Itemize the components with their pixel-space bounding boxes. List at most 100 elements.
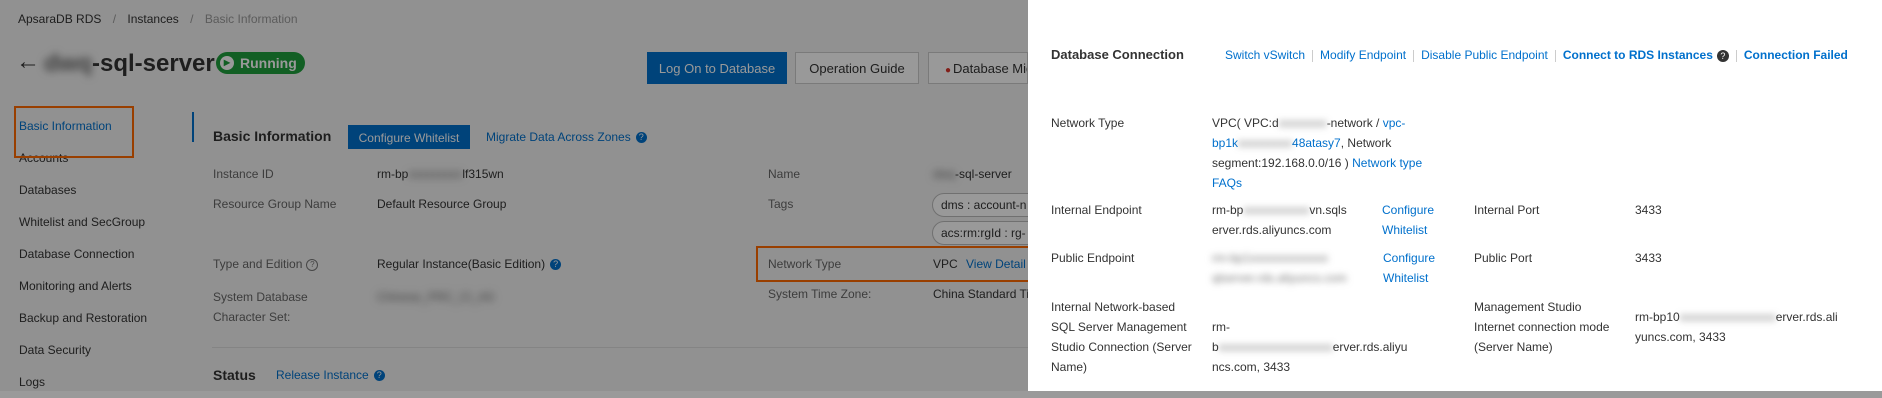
- network-faq-link[interactable]: Network type: [1352, 156, 1422, 170]
- resource-group-label: Resource Group Name: [213, 197, 337, 211]
- console-background: ApsaraDB RDS / Instances / Basic Informa…: [0, 0, 1046, 391]
- breadcrumb-item-rds[interactable]: ApsaraDB RDS: [18, 12, 101, 26]
- sidebar-item-databases[interactable]: Databases: [0, 174, 190, 206]
- instance-id-blurred: xxxxxxxxx: [408, 167, 463, 181]
- help-icon[interactable]: ?: [373, 370, 385, 382]
- action-separator: [1413, 49, 1415, 62]
- status-badge: ▶ Running: [216, 52, 305, 74]
- help-icon[interactable]: ?: [306, 258, 319, 271]
- internal-port-label: Internal Port: [1474, 203, 1540, 217]
- status-section-title: Status: [213, 367, 256, 383]
- internal-endpoint-line: rm-bpxxxxxxxxxxxvn.sqls: [1212, 200, 1382, 220]
- internal-endpoint-blurred: xxxxxxxxxxx: [1243, 203, 1310, 217]
- vpc-id-link[interactable]: 48atasy7: [1292, 136, 1341, 150]
- action-separator: [1735, 49, 1737, 62]
- sidebar-item-backup[interactable]: Backup and Restoration: [0, 302, 190, 334]
- breadcrumb-item-instances[interactable]: Instances: [127, 12, 178, 26]
- action-separator: [1554, 49, 1556, 62]
- network-faq-link[interactable]: FAQs: [1212, 173, 1427, 193]
- configure-whitelist-button[interactable]: Configure Whitelist: [348, 125, 470, 149]
- database-migration-button[interactable]: ● Database Mig: [928, 52, 1028, 84]
- operation-guide-button[interactable]: Operation Guide: [795, 52, 919, 84]
- public-endpoint-value: rm-bp1xxxxxxxxxxxxx qlserver.rds.aliyunc…: [1212, 248, 1372, 288]
- ssms-internal-line: ncs.com, 3433: [1212, 360, 1291, 374]
- sidebar-item-logs[interactable]: Logs: [0, 366, 190, 398]
- public-endpoint-line: qlserver.rds.aliyuncs.com: [1212, 271, 1347, 285]
- ssms-internal-suffix: erver.rds.aliyu: [1332, 340, 1408, 354]
- vpc-prefix: VPC( VPC:d: [1212, 116, 1279, 130]
- whitelist-label: Whitelist: [1382, 223, 1428, 237]
- ssms-internal-line: rm-bxxxxxxxxxxxxxxxxxxxerver.rds.aliyu: [1212, 317, 1407, 357]
- ssms-internet-suffix: erver.rds.ali: [1775, 310, 1838, 324]
- type-edition-label: Type and Edition?: [213, 257, 319, 271]
- instance-id-label: Instance ID: [213, 167, 274, 181]
- label-line: Name): [1051, 360, 1088, 374]
- vpc-name-suffix: -network /: [1326, 116, 1383, 130]
- label-line: SQL Server Management: [1051, 320, 1187, 334]
- configure-whitelist-link[interactable]: Configure Whitelist: [1383, 248, 1435, 288]
- help-icon[interactable]: ?: [635, 132, 647, 144]
- public-port-value: 3433: [1635, 251, 1662, 265]
- breadcrumb-separator: /: [112, 12, 117, 26]
- resource-group-value: Default Resource Group: [377, 197, 507, 211]
- label-line: Internet connection mode: [1474, 320, 1610, 334]
- panel-title: Database Connection: [1051, 47, 1184, 62]
- modify-endpoint-link[interactable]: Modify Endpoint: [1320, 48, 1406, 62]
- connection-failed-link[interactable]: Connection Failed: [1744, 48, 1848, 62]
- network-type-line: VPC( VPC:dxxxxxxxx-network / vpc-: [1212, 113, 1427, 133]
- sidebar-item-database-connection[interactable]: Database Connection: [0, 238, 190, 270]
- ssms-internet-prefix: rm-bp10: [1635, 310, 1680, 324]
- migrate-zones-label: Migrate Data Across Zones: [486, 130, 631, 144]
- public-port-label: Public Port: [1474, 251, 1533, 265]
- network-type-value: VPC( VPC:dxxxxxxxx-network / vpc- bp1k xx…: [1212, 113, 1427, 193]
- whitelist-label: Whitelist: [1383, 271, 1429, 285]
- status-badge-label: Running: [240, 55, 297, 71]
- vpc-id-link[interactable]: vpc-: [1383, 116, 1406, 130]
- migrate-zones-link[interactable]: Migrate Data Across Zones?: [486, 130, 647, 144]
- sidebar-item-whitelist[interactable]: Whitelist and SecGroup: [0, 206, 190, 238]
- back-arrow-icon[interactable]: ←: [16, 50, 40, 74]
- charset-label: System Database Character Set:: [213, 290, 308, 324]
- internal-endpoint-prefix: rm-bp: [1212, 203, 1244, 217]
- instance-id-value: rm-bpxxxxxxxxxlf315wn: [377, 167, 504, 181]
- nav-active-indicator: [192, 112, 194, 142]
- internal-endpoint-value: rm-bpxxxxxxxxxxxvn.sqls erver.rds.aliyun…: [1212, 200, 1382, 240]
- sidebar-item-monitoring[interactable]: Monitoring and Alerts: [0, 270, 190, 302]
- label-line: Internal Network-based: [1051, 300, 1176, 314]
- ssms-internet-line: yuncs.com, 3433: [1635, 330, 1726, 344]
- release-instance-link[interactable]: Release Instance?: [276, 368, 385, 382]
- name-blurred: dwq: [933, 167, 956, 181]
- ssms-internal-value: rm-bxxxxxxxxxxxxxxxxxxxerver.rds.aliyu n…: [1212, 317, 1407, 377]
- logon-database-button[interactable]: Log On to Database: [647, 52, 787, 84]
- ssms-internal-label: Internal Network-based SQL Server Manage…: [1051, 297, 1211, 377]
- vpc-name-blurred: xxxxxxxx: [1278, 116, 1327, 130]
- ssms-internal-blurred: xxxxxxxxxxxxxxxxxxx: [1218, 340, 1333, 354]
- ssms-internet-label: Management Studio Internet connection mo…: [1474, 297, 1634, 357]
- switch-vswitch-link[interactable]: Switch vSwitch: [1225, 48, 1305, 62]
- vpc-id-link[interactable]: bp1k: [1212, 136, 1238, 150]
- breadcrumb-separator: /: [190, 12, 194, 26]
- instance-title-blurred: dwq: [44, 50, 92, 77]
- help-icon[interactable]: ?: [550, 259, 562, 271]
- basic-info-title: Basic Information: [213, 128, 332, 144]
- connect-rds-link[interactable]: Connect to RDS Instances: [1563, 48, 1713, 62]
- internal-endpoint-label: Internal Endpoint: [1051, 203, 1142, 217]
- action-separator: [1312, 49, 1314, 62]
- play-icon: ▶: [220, 56, 234, 70]
- database-connection-panel: Database Connection Switch vSwitch Modify…: [1028, 0, 1882, 391]
- instance-id-suffix: lf315wn: [462, 167, 504, 181]
- network-segment-prefix: , Network: [1340, 136, 1392, 150]
- name-value: dwq-sql-server: [933, 167, 1012, 181]
- name-label: Name: [768, 167, 801, 181]
- type-edition-value-text: Regular Instance(Basic Edition): [377, 257, 546, 271]
- internal-endpoint-line: erver.rds.aliyuncs.com: [1212, 223, 1332, 237]
- network-type-label: Network Type: [1051, 116, 1125, 130]
- configure-label: Configure: [1383, 251, 1436, 265]
- help-icon[interactable]: ?: [1716, 49, 1729, 62]
- instance-title-suffix: -sql-server: [92, 50, 215, 77]
- ssms-internet-line: rm-bp10xxxxxxxxxxxxxxxxerver.rds.ali: [1635, 307, 1870, 327]
- configure-whitelist-link[interactable]: Configure Whitelist: [1382, 200, 1434, 240]
- sidebar-item-data-security[interactable]: Data Security: [0, 334, 190, 366]
- label-line: Studio Connection (Server: [1051, 340, 1192, 354]
- disable-public-endpoint-link[interactable]: Disable Public Endpoint: [1421, 48, 1548, 62]
